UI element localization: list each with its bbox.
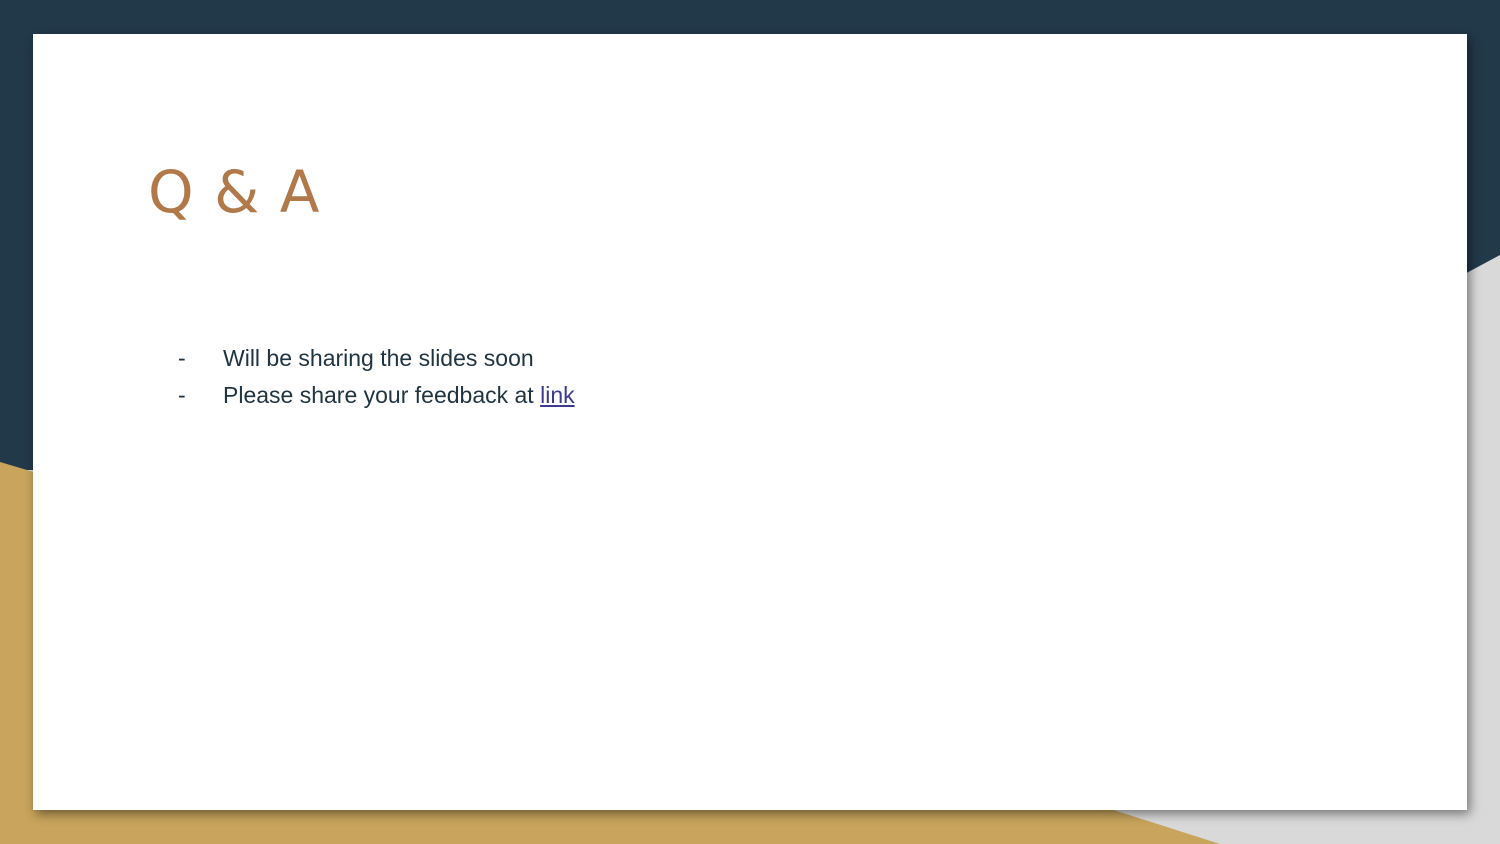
slide-title: Q & A — [148, 158, 321, 226]
bullet-marker: - — [178, 382, 186, 408]
bullet-text: Will be sharing the slides soon — [223, 345, 534, 371]
content-card — [33, 34, 1467, 810]
feedback-link[interactable]: link — [540, 382, 575, 408]
feedback-bullet: Please share your feedback at link — [223, 377, 575, 414]
slide: Q & A - Will be sharing the slides soon … — [0, 0, 1500, 844]
bullet-text: Please share your feedback at — [223, 382, 541, 408]
bullet-marker: - — [178, 345, 186, 371]
